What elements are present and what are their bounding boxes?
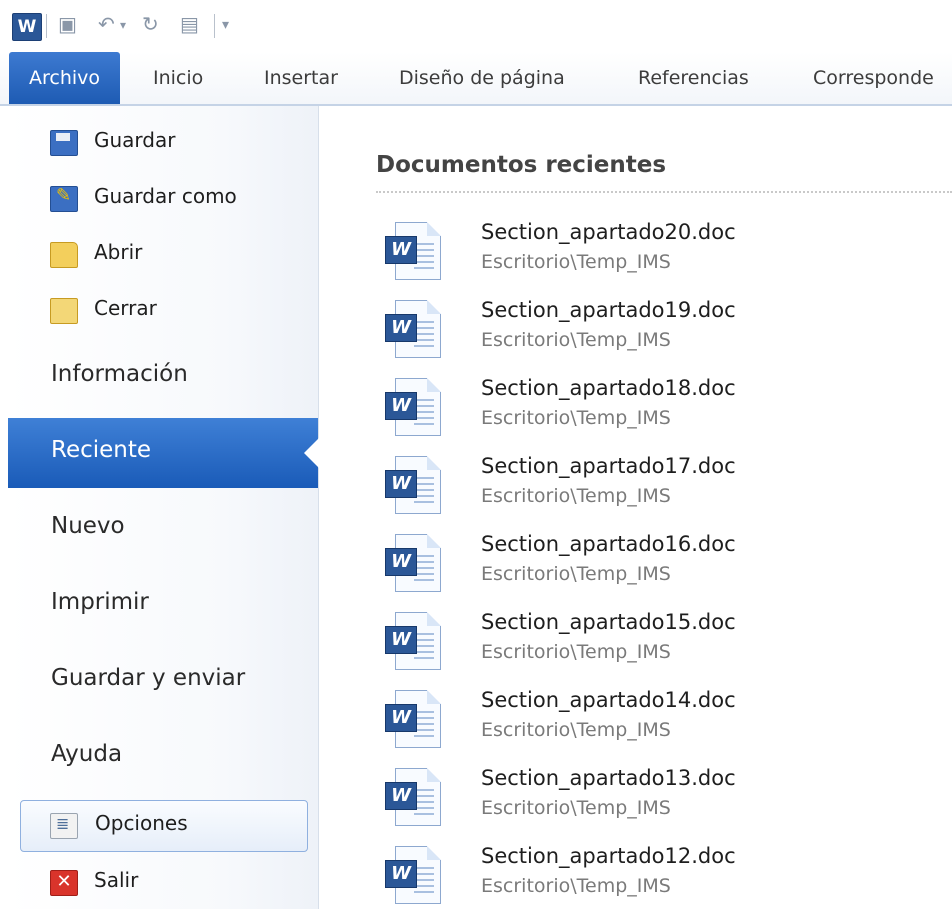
document-name: Section_apartado13.doc — [481, 766, 736, 790]
tab-insertar[interactable]: Insertar — [264, 52, 338, 104]
tab-nuevo[interactable]: Nuevo — [8, 494, 318, 564]
document-name: Section_apartado18.doc — [481, 376, 736, 400]
section-divider — [376, 191, 952, 193]
tab-diseno-de-pagina[interactable]: Diseño de página — [399, 52, 565, 104]
reciente-label: Reciente — [51, 437, 152, 463]
tab-correspondencia[interactable]: Corresponde — [813, 52, 934, 104]
salir-label: Salir — [94, 868, 139, 892]
recent-document-item[interactable]: W Section_apartado12.doc Escritorio\Temp… — [381, 842, 941, 918]
recent-document-item[interactable]: W Section_apartado20.doc Escritorio\Temp… — [381, 218, 941, 294]
active-tab-pointer — [304, 438, 319, 468]
tab-ayuda[interactable]: Ayuda — [8, 722, 318, 792]
document-path: Escritorio\Temp_IMS — [481, 719, 671, 741]
recent-document-item[interactable]: W Section_apartado15.doc Escritorio\Temp… — [381, 608, 941, 684]
cerrar-label: Cerrar — [94, 296, 157, 320]
word-document-icon: W — [385, 690, 441, 748]
document-path: Escritorio\Temp_IMS — [481, 797, 671, 819]
ribbon-tabs: Archivo Inicio Insertar Diseño de página… — [0, 52, 952, 106]
abrir-label: Abrir — [94, 240, 143, 264]
word-document-icon: W — [385, 300, 441, 358]
tab-imprimir[interactable]: Imprimir — [8, 570, 318, 640]
document-name: Section_apartado14.doc — [481, 688, 736, 712]
word-document-icon: W — [385, 612, 441, 670]
word-document-icon: W — [385, 768, 441, 826]
imprimir-label: Imprimir — [51, 589, 149, 615]
document-path: Escritorio\Temp_IMS — [481, 563, 671, 585]
document-name: Section_apartado12.doc — [481, 844, 736, 868]
document-path: Escritorio\Temp_IMS — [481, 875, 671, 897]
redo-icon[interactable]: ↻ — [142, 12, 159, 36]
recent-document-item[interactable]: W Section_apartado17.doc Escritorio\Temp… — [381, 452, 941, 528]
recent-document-item[interactable]: W Section_apartado16.doc Escritorio\Temp… — [381, 530, 941, 606]
undo-dropdown-icon[interactable]: ▾ — [120, 18, 126, 32]
ayuda-label: Ayuda — [51, 741, 123, 767]
backstage-nav: Guardar Guardar como Abrir Cerrar Inform… — [8, 106, 319, 909]
customize-icon[interactable]: ▾ — [222, 17, 229, 33]
guardar-button[interactable]: Guardar — [8, 118, 318, 166]
document-path: Escritorio\Temp_IMS — [481, 251, 671, 273]
toolbar-divider — [214, 14, 215, 38]
document-path: Escritorio\Temp_IMS — [481, 329, 671, 351]
recent-documents-panel: Documentos recientes W Section_apartado2… — [319, 106, 952, 909]
close-folder-icon — [50, 298, 78, 324]
nuevo-label: Nuevo — [51, 513, 125, 539]
recent-document-item[interactable]: W Section_apartado14.doc Escritorio\Temp… — [381, 686, 941, 762]
cerrar-button[interactable]: Cerrar — [8, 286, 318, 334]
recent-documents-title: Documentos recientes — [376, 152, 667, 178]
undo-icon[interactable]: ↶ — [98, 12, 115, 36]
word-document-icon: W — [385, 222, 441, 280]
guardar-como-label: Guardar como — [94, 184, 237, 208]
tab-informacion[interactable]: Información — [8, 342, 318, 412]
document-path: Escritorio\Temp_IMS — [481, 641, 671, 663]
opciones-label: Opciones — [95, 811, 188, 835]
opciones-button[interactable]: Opciones — [20, 800, 308, 852]
guardar-y-enviar-label: Guardar y enviar — [51, 665, 246, 691]
tab-reciente[interactable]: Reciente — [8, 418, 319, 488]
guardar-como-button[interactable]: Guardar como — [8, 174, 318, 222]
guardar-label: Guardar — [94, 128, 176, 152]
abrir-button[interactable]: Abrir — [8, 230, 318, 278]
document-path: Escritorio\Temp_IMS — [481, 485, 671, 507]
open-folder-icon — [50, 242, 78, 268]
recent-document-item[interactable]: W Section_apartado13.doc Escritorio\Temp… — [381, 764, 941, 840]
document-name: Section_apartado16.doc — [481, 532, 736, 556]
salir-button[interactable]: ✕ Salir — [8, 858, 318, 906]
informacion-label: Información — [51, 361, 188, 387]
quick-access-toolbar: W ▣ ↶ ▾ ↻ ▤ ▾ — [0, 0, 952, 48]
recent-document-item[interactable]: W Section_apartado19.doc Escritorio\Temp… — [381, 296, 941, 372]
exit-icon: ✕ — [50, 870, 78, 896]
save-icon[interactable]: ▣ — [58, 12, 77, 36]
tab-referencias[interactable]: Referencias — [638, 52, 749, 104]
tab-guardar-y-enviar[interactable]: Guardar y enviar — [8, 646, 318, 716]
tab-archivo[interactable]: Archivo — [9, 52, 120, 104]
recent-document-item[interactable]: W Section_apartado18.doc Escritorio\Temp… — [381, 374, 941, 450]
toolbar-divider — [46, 14, 47, 38]
print-preview-icon[interactable]: ▤ — [180, 12, 199, 36]
word-icon[interactable]: W — [12, 13, 42, 41]
document-name: Section_apartado15.doc — [481, 610, 736, 634]
document-name: Section_apartado17.doc — [481, 454, 736, 478]
document-name: Section_apartado19.doc — [481, 298, 736, 322]
document-name: Section_apartado20.doc — [481, 220, 736, 244]
word-document-icon: W — [385, 378, 441, 436]
word-document-icon: W — [385, 534, 441, 592]
word-document-icon: W — [385, 846, 441, 904]
tab-inicio[interactable]: Inicio — [153, 52, 203, 104]
document-path: Escritorio\Temp_IMS — [481, 407, 671, 429]
word-document-icon: W — [385, 456, 441, 514]
save-icon — [50, 130, 78, 156]
save-as-icon — [50, 185, 78, 212]
options-icon — [50, 813, 78, 839]
